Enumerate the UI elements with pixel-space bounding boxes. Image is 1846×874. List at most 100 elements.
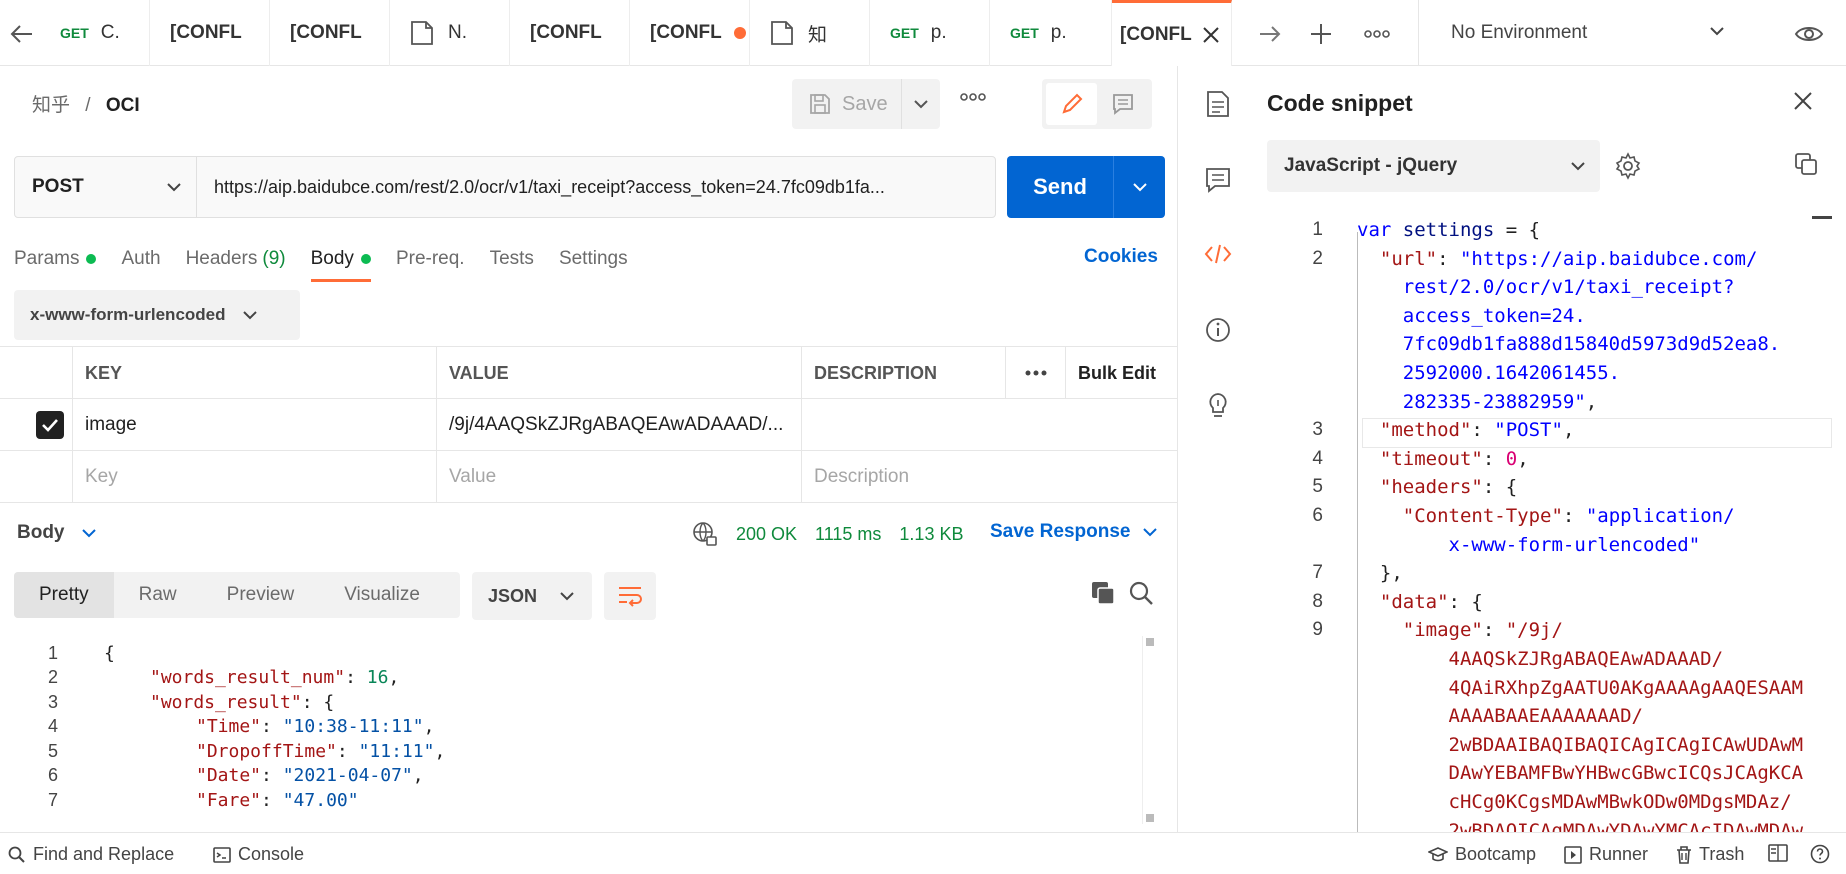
table-more-icon[interactable] (1006, 347, 1066, 399)
more-actions-icon[interactable] (960, 92, 986, 102)
two-pane-icon[interactable] (1768, 844, 1788, 862)
view-preview[interactable]: Preview (202, 572, 320, 618)
request-tab-5[interactable]: [CONFL (630, 0, 750, 66)
tab-label: Params (14, 248, 80, 269)
code-text: "headers": { (1379, 476, 1518, 499)
save-group: Save (792, 79, 940, 129)
tab-body[interactable]: Body (310, 244, 372, 282)
language-label: JavaScript - jQuery (1284, 155, 1458, 176)
row-value-cell[interactable]: /9j/4AAQSkZJRgABAQEAwADAAAD/... (437, 399, 802, 451)
search-icon[interactable] (1128, 580, 1154, 606)
breadcrumb-current[interactable]: OCI (106, 95, 140, 116)
comment-mode-button[interactable] (1097, 83, 1148, 125)
response-format-select[interactable]: JSON (472, 572, 592, 620)
gear-icon[interactable] (1614, 152, 1642, 180)
request-tab-2[interactable]: [CONFL (270, 0, 390, 66)
response-time[interactable]: 1115 ms (815, 524, 881, 545)
eye-icon[interactable] (1792, 19, 1826, 49)
request-tab-3[interactable]: N. (390, 0, 510, 66)
code-text: 4AAQSkZJRgABAQEAwADAAAD/ (1357, 648, 1724, 670)
response-body-code[interactable]: 1 {2 "words_result_num": 16, 3 "words_result… (0, 636, 1160, 826)
request-tab-active[interactable]: [CONFL (1112, 0, 1232, 66)
tab-auth[interactable]: Auth (121, 244, 160, 274)
snippet-scrollbar-thumb[interactable] (1812, 216, 1832, 219)
url-input[interactable]: https://aip.baidubce.com/rest/2.0/ocr/v1… (197, 157, 995, 217)
row-description-cell[interactable] (802, 399, 1177, 451)
request-tab-1[interactable]: [CONFL (150, 0, 270, 66)
tab-params[interactable]: Params (14, 244, 97, 274)
find-replace-button[interactable]: Find and Replace (8, 844, 174, 865)
code-text: "Time": "10:38-11:11", (196, 716, 435, 737)
new-key-input[interactable]: Key (73, 451, 437, 503)
line-number: 1 (1312, 219, 1323, 240)
code-snippet-body[interactable]: 1 var settings = {2 "url": "https://aip.b… (1267, 216, 1839, 832)
new-description-input[interactable]: Description (802, 451, 1177, 503)
checkmark-icon (36, 411, 64, 439)
tab-label: Headers (185, 248, 258, 269)
tab-settings[interactable]: Settings (559, 244, 628, 274)
request-tab-4[interactable]: [CONFL (510, 0, 630, 66)
code-text: 282335-23882959", (1357, 390, 1598, 413)
tab-bar: GET C. [CONFL [CONFL N. [CONFL [CONFL 知 … (0, 0, 1846, 66)
copy-snippet-icon[interactable] (1794, 152, 1818, 176)
snippet-language-select[interactable]: JavaScript - jQuery (1267, 140, 1600, 192)
response-body-select[interactable]: Body (17, 522, 97, 544)
console-button[interactable]: Console (213, 844, 304, 865)
help-icon[interactable] (1810, 844, 1830, 864)
tab-title: [CONFL (290, 22, 362, 43)
runner-button[interactable]: Runner (1564, 844, 1648, 865)
bootcamp-button[interactable]: Bootcamp (1428, 844, 1536, 865)
new-tab-plus-icon[interactable] (1306, 19, 1336, 49)
tab-title: p. (930, 22, 947, 43)
copy-icon[interactable] (1090, 580, 1116, 606)
code-snippet-icon[interactable] (1198, 234, 1238, 274)
request-tab-7[interactable]: GET p. (870, 0, 990, 66)
chevron-down-icon (1142, 524, 1158, 540)
panel-divider[interactable] (1177, 66, 1178, 832)
cookies-link[interactable]: Cookies (1084, 246, 1158, 268)
save-options-chevron-icon[interactable] (902, 95, 940, 113)
view-pretty[interactable]: Pretty (14, 572, 114, 618)
environment-selector[interactable]: No Environment (1418, 0, 1748, 66)
wrap-lines-button[interactable] (604, 572, 656, 620)
tab-title: [CONFL (650, 22, 722, 43)
network-globe-icon[interactable] (692, 521, 718, 547)
trash-button[interactable]: Trash (1676, 844, 1744, 865)
response-scrollbar[interactable] (1142, 636, 1156, 824)
send-options-chevron-icon[interactable] (1114, 156, 1165, 218)
tab-headers[interactable]: Headers (9) (186, 244, 286, 274)
lightbulb-icon[interactable] (1198, 386, 1238, 426)
comments-icon[interactable] (1198, 160, 1238, 200)
request-tab-6[interactable]: 知 (750, 0, 870, 66)
new-value-input[interactable]: Value (437, 451, 802, 503)
tab-pre-request[interactable]: Pre-req. (396, 244, 465, 274)
request-tab-8[interactable]: GET p. (990, 0, 1112, 66)
close-tab-icon[interactable] (1202, 26, 1220, 44)
response-size[interactable]: 1.13 KB (899, 524, 963, 545)
save-response-button[interactable]: Save Response (990, 521, 1158, 543)
forward-arrow-icon[interactable] (1255, 19, 1285, 49)
view-visualize[interactable]: Visualize (319, 572, 445, 618)
bulk-edit-button[interactable]: Bulk Edit (1066, 347, 1177, 399)
more-tabs-icon[interactable] (1362, 19, 1392, 49)
chevron-down-icon (1708, 22, 1726, 40)
save-button[interactable]: Save (792, 79, 902, 129)
tab-tests[interactable]: Tests (490, 244, 534, 274)
documentation-icon[interactable] (1198, 84, 1238, 124)
code-text: 2592000.1642061455. (1357, 362, 1621, 384)
back-arrow-icon[interactable] (8, 20, 36, 48)
edit-mode-button[interactable] (1046, 83, 1097, 125)
status-code[interactable]: 200 OK (736, 524, 797, 545)
line-number: 8 (1312, 590, 1323, 612)
request-tab-0[interactable]: GET C. (40, 0, 150, 66)
info-icon[interactable] (1198, 310, 1238, 350)
close-icon[interactable] (1792, 90, 1814, 112)
body-type-select[interactable]: x-www-form-urlencoded (14, 290, 300, 340)
row-key-cell[interactable]: image (73, 399, 437, 451)
send-button[interactable]: Send (1007, 156, 1114, 218)
breadcrumb-parent[interactable]: 知乎 (32, 95, 70, 116)
row-enable-checkbox[interactable] (0, 399, 73, 451)
method-select[interactable]: POST (15, 157, 197, 217)
tab-label: Body (310, 248, 354, 269)
view-raw[interactable]: Raw (114, 572, 202, 618)
